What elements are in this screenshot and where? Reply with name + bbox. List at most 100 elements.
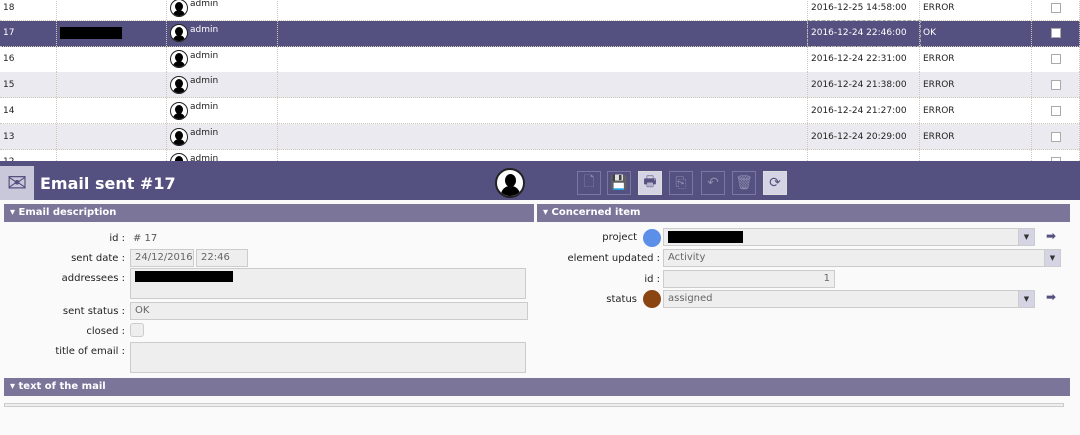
sent-status-field[interactable]: OK [130, 302, 528, 320]
section-title: Email description [18, 207, 117, 218]
cell-date: 2016-12-24 22:46:00 [807, 19, 921, 47]
page-title: Email sent #17 [40, 173, 176, 193]
cell-date [808, 149, 920, 161]
refresh-button[interactable]: ⟳ [763, 171, 787, 195]
element-updated-value: Activity [668, 252, 706, 263]
delete-button[interactable]: 🗑 [732, 171, 756, 195]
item-id-label: id : [644, 274, 660, 285]
cell-empty [278, 20, 808, 46]
table-row[interactable]: 15 admin 2016-12-24 21:38:00 ERROR [0, 72, 1080, 99]
cell-user: admin [167, 46, 278, 72]
user-name: admin [190, 24, 219, 35]
cell-name [57, 98, 167, 124]
closed-label: closed : [86, 326, 125, 337]
user-name: admin [190, 50, 219, 61]
cell-empty [278, 124, 808, 149]
undo-button[interactable]: ↶ [701, 171, 725, 195]
section-title: Concerned item [551, 207, 641, 218]
row-checkbox[interactable] [1050, 2, 1061, 13]
cell-user: admin [167, 124, 278, 149]
new-document-icon: 🗋 [583, 174, 595, 190]
detail-header: ✉ Email sent #17 🗋 💾 🖶 ⎘ ↶ 🗑 ⟳ [0, 166, 1080, 200]
save-button[interactable]: 💾 [607, 171, 631, 195]
cell-empty [278, 149, 808, 161]
cell-date: 2016-12-25 14:58:00 [808, 0, 920, 20]
cell-status: ERROR [920, 98, 1032, 124]
cell-status: ERROR [920, 46, 1032, 72]
cell-user: admin [167, 0, 278, 20]
addressees-field[interactable] [130, 268, 526, 299]
status-select[interactable]: assigned ▼ [663, 290, 1035, 308]
table-row[interactable]: 18 admin 2016-12-25 14:58:00 ERROR [0, 0, 1080, 21]
cell-status: OK [920, 20, 1032, 46]
section-text-of-mail[interactable]: ▾ text of the mail [4, 378, 1070, 396]
cell-name [57, 46, 167, 72]
cell-id: 16 [0, 46, 57, 72]
user-name: admin [190, 0, 219, 9]
section-title: text of the mail [18, 381, 106, 392]
cell-name [57, 72, 167, 98]
cell-checkbox [1032, 98, 1080, 124]
user-name: admin [190, 153, 219, 161]
cell-date: 2016-12-24 20:29:00 [808, 124, 920, 149]
section-concerned-item[interactable]: ▾ Concerned item [537, 204, 1070, 222]
sent-date-field[interactable]: 24/12/2016 [130, 249, 194, 267]
cell-status: ERROR [920, 72, 1032, 98]
row-checkbox[interactable] [1050, 54, 1061, 65]
avatar-icon [170, 153, 188, 161]
sent-date-label: sent date : [71, 253, 125, 264]
row-checkbox[interactable] [1050, 105, 1061, 116]
user-avatar [495, 168, 525, 198]
new-button[interactable]: 🗋 [577, 171, 601, 195]
title-field[interactable] [130, 342, 526, 373]
cell-name [57, 149, 167, 161]
element-updated-select[interactable]: Activity ▼ [663, 249, 1061, 267]
chevron-down-icon: ▼ [1044, 250, 1060, 266]
row-checkbox[interactable] [1050, 28, 1061, 39]
project-label: project [602, 232, 637, 243]
table-row[interactable]: 16 admin 2016-12-24 22:31:00 ERROR [0, 46, 1080, 73]
table-row[interactable]: 17 admin 2016-12-24 22:46:00 OK [0, 19, 1080, 47]
cell-empty [278, 46, 808, 72]
mail-text-area[interactable] [4, 403, 1064, 407]
copy-button[interactable]: ⎘ [669, 171, 693, 195]
project-select[interactable]: ▼ [663, 228, 1035, 246]
cell-status [920, 149, 1032, 161]
goto-status-icon[interactable]: ➡ [1046, 290, 1056, 304]
table-row[interactable]: 14 admin 2016-12-24 21:27:00 ERROR [0, 98, 1080, 125]
avatar-icon [170, 127, 188, 146]
avatar-icon [170, 50, 188, 69]
cell-id: 15 [0, 72, 57, 98]
goto-project-icon[interactable]: ➡ [1046, 229, 1056, 243]
cell-date: 2016-12-24 22:31:00 [808, 46, 920, 72]
row-checkbox[interactable] [1050, 79, 1061, 90]
sent-time-field[interactable]: 22:46 [196, 249, 248, 267]
user-name: admin [190, 128, 219, 138]
print-button[interactable]: 🖶 [638, 171, 662, 195]
project-color-dot [643, 229, 661, 247]
email-icon: ✉ [0, 166, 34, 200]
table-row[interactable]: 13 admin 2016-12-24 20:29:00 ERROR [0, 124, 1080, 150]
cell-name [57, 124, 167, 149]
avatar-icon [170, 0, 188, 17]
row-checkbox[interactable] [1050, 131, 1061, 142]
save-icon: 💾 [610, 175, 628, 191]
closed-checkbox[interactable] [130, 323, 144, 337]
cell-empty [278, 98, 808, 124]
user-name: admin [190, 102, 219, 113]
cell-date: 2016-12-24 21:27:00 [808, 98, 920, 124]
trash-icon: 🗑 [735, 175, 753, 191]
cell-checkbox [1032, 149, 1080, 161]
cell-checkbox [1032, 46, 1080, 72]
section-email-description[interactable]: ▾ Email description [4, 204, 534, 222]
cell-id: 17 [0, 20, 57, 46]
cell-empty [278, 0, 808, 20]
cell-name [57, 20, 167, 46]
cell-user: admin [167, 20, 278, 46]
cell-user: admin [167, 72, 278, 98]
avatar-icon [170, 101, 188, 120]
cell-user: admin [167, 149, 278, 161]
table-row[interactable]: 12 admin [0, 149, 1080, 161]
item-id-field[interactable]: 1 [663, 270, 835, 288]
undo-icon: ↶ [707, 175, 719, 191]
